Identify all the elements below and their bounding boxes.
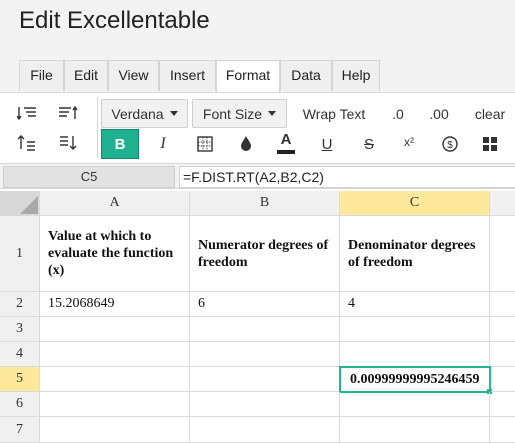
cell-b7[interactable] bbox=[190, 417, 340, 443]
superscript-button[interactable]: x² bbox=[398, 129, 420, 155]
cell-a7[interactable] bbox=[40, 417, 190, 443]
select-all-corner[interactable] bbox=[0, 191, 40, 216]
cell-a2[interactable]: 15.2068649 bbox=[40, 292, 190, 317]
toolbar: Verdana Font Size Wrap Text .0 .00 clear… bbox=[0, 92, 515, 160]
cell-a5[interactable] bbox=[40, 367, 190, 392]
cell-a3[interactable] bbox=[40, 317, 190, 342]
font-color-label: A bbox=[280, 131, 292, 148]
column-header-b[interactable]: B bbox=[190, 191, 340, 216]
cell-b2[interactable]: 6 bbox=[190, 292, 340, 317]
column-header-c[interactable]: C bbox=[340, 191, 490, 216]
wrap-text-button[interactable]: Wrap Text bbox=[296, 101, 372, 127]
formula-bar: C5 =F.DIST.RT(A2,B2,C2) bbox=[0, 163, 515, 189]
column-header-d[interactable] bbox=[490, 191, 515, 216]
bold-button[interactable]: B bbox=[101, 129, 139, 159]
cell-c5-selected[interactable]: 0.00999999995246459 bbox=[339, 366, 491, 393]
tab-file[interactable]: File bbox=[19, 60, 64, 91]
cell-c1[interactable]: Denominator degrees of freedom bbox=[340, 216, 490, 292]
cell-a1[interactable]: Value at which to evaluate the function … bbox=[40, 216, 190, 292]
tab-format[interactable]: Format bbox=[216, 60, 280, 93]
row-header-5[interactable]: 5 bbox=[0, 367, 40, 392]
clear-button[interactable]: clear bbox=[470, 101, 510, 127]
app-title: Edit Excellentable bbox=[19, 7, 210, 34]
increase-decimal-button[interactable]: .00 bbox=[424, 101, 454, 127]
cell-d7[interactable] bbox=[490, 417, 515, 443]
corner-triangle-icon bbox=[20, 196, 38, 214]
font-color-button[interactable]: A bbox=[274, 129, 298, 157]
sort-descending-icon[interactable] bbox=[55, 131, 81, 155]
cell-b4[interactable] bbox=[190, 342, 340, 367]
font-family-dropdown[interactable]: Verdana bbox=[101, 99, 188, 128]
indent-increase-icon[interactable] bbox=[14, 102, 40, 124]
cell-d1[interactable] bbox=[490, 216, 515, 292]
formula-input[interactable]: =F.DIST.RT(A2,B2,C2) bbox=[179, 166, 515, 188]
row-header-1[interactable]: 1 bbox=[0, 216, 40, 292]
cell-d6[interactable] bbox=[490, 392, 515, 417]
cell-c3[interactable] bbox=[340, 317, 490, 342]
title-bar: Edit Excellentable bbox=[0, 0, 515, 48]
cell-d2[interactable] bbox=[490, 292, 515, 317]
column-header-a[interactable]: A bbox=[40, 191, 190, 216]
font-family-label: Verdana bbox=[111, 105, 164, 122]
font-size-dropdown[interactable]: Font Size bbox=[192, 99, 287, 128]
cell-b1[interactable]: Numerator degrees of freedom bbox=[190, 216, 340, 292]
borders-icon[interactable] bbox=[194, 131, 216, 157]
cell-c2[interactable]: 4 bbox=[340, 292, 490, 317]
row-header-4[interactable]: 4 bbox=[0, 342, 40, 367]
underline-button[interactable]: U bbox=[316, 131, 338, 157]
name-box[interactable]: C5 bbox=[3, 166, 175, 188]
spreadsheet-grid: A B C 1 Value at which to evaluate the f… bbox=[0, 191, 515, 443]
fill-color-icon[interactable] bbox=[235, 131, 257, 157]
cell-a6[interactable] bbox=[40, 392, 190, 417]
merge-cells-icon[interactable] bbox=[479, 131, 501, 157]
decrease-decimal-button[interactable]: .0 bbox=[386, 101, 410, 127]
tab-insert[interactable]: Insert bbox=[159, 60, 216, 91]
cell-d5[interactable] bbox=[491, 367, 515, 392]
cell-b3[interactable] bbox=[190, 317, 340, 342]
italic-button[interactable]: I bbox=[152, 131, 174, 157]
svg-text:$: $ bbox=[447, 140, 453, 151]
indent-decrease-icon[interactable] bbox=[55, 102, 81, 124]
strikethrough-button[interactable]: S bbox=[358, 131, 380, 157]
cell-d3[interactable] bbox=[490, 317, 515, 342]
cell-d4[interactable] bbox=[490, 342, 515, 367]
cell-b5[interactable] bbox=[190, 367, 340, 392]
sort-ascending-icon[interactable] bbox=[14, 131, 40, 155]
row-header-2[interactable]: 2 bbox=[0, 292, 40, 317]
cell-c7[interactable] bbox=[340, 417, 490, 443]
row-header-3[interactable]: 3 bbox=[0, 317, 40, 342]
menu-bar: File Edit View Insert Format Data Help bbox=[0, 48, 515, 93]
tab-edit[interactable]: Edit bbox=[64, 60, 108, 91]
row-header-6[interactable]: 6 bbox=[0, 392, 40, 417]
chevron-down-icon bbox=[169, 111, 178, 116]
font-color-swatch bbox=[277, 150, 295, 154]
cell-a4[interactable] bbox=[40, 342, 190, 367]
currency-format-icon[interactable]: $ bbox=[439, 131, 461, 157]
row-header-7[interactable]: 7 bbox=[0, 417, 40, 443]
tab-view[interactable]: View bbox=[108, 60, 159, 91]
tab-data[interactable]: Data bbox=[280, 60, 332, 91]
font-size-label: Font Size bbox=[202, 105, 263, 122]
toolbar-separator bbox=[97, 97, 98, 157]
chevron-down-icon bbox=[268, 111, 277, 116]
cell-c6[interactable] bbox=[340, 392, 490, 417]
cell-c4[interactable] bbox=[340, 342, 490, 367]
cell-b6[interactable] bbox=[190, 392, 340, 417]
tab-help[interactable]: Help bbox=[332, 60, 380, 91]
